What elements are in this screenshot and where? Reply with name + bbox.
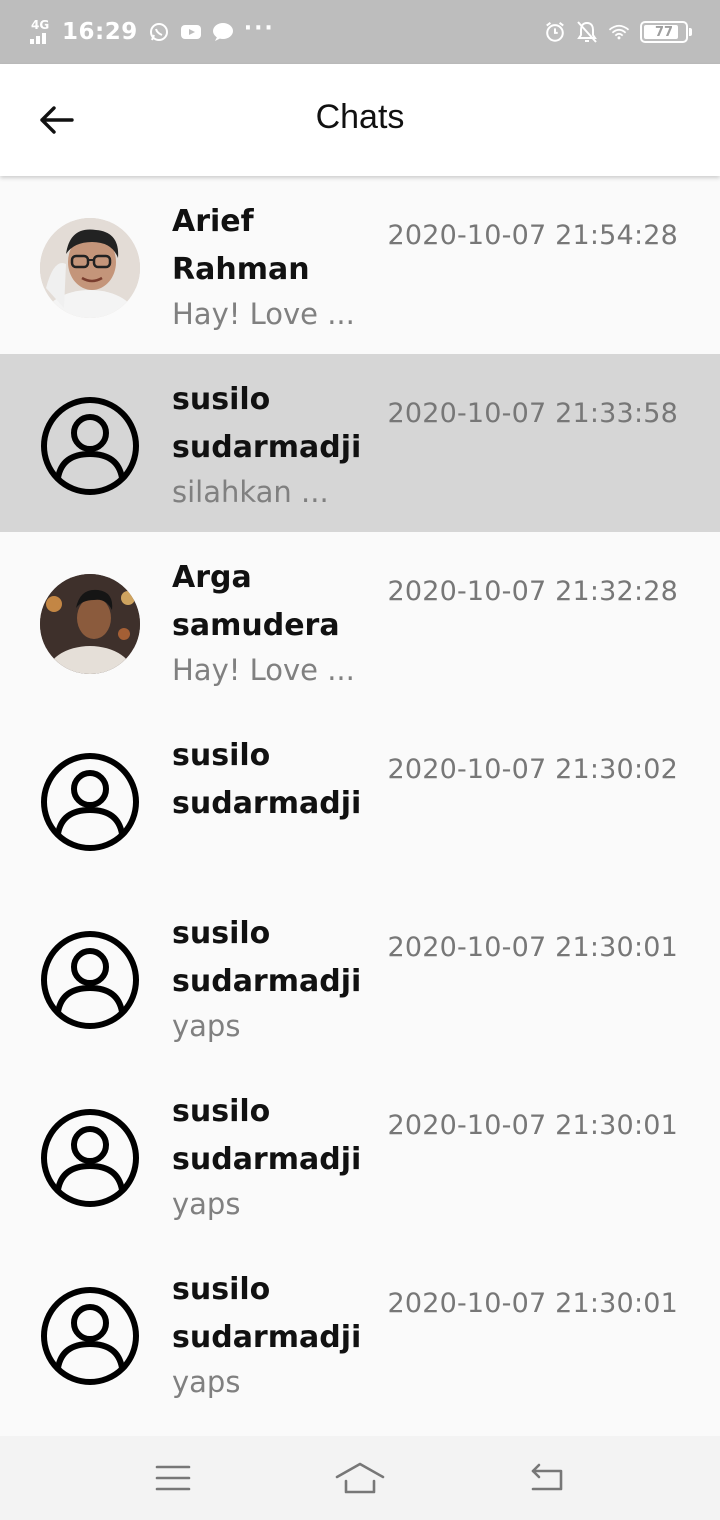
chat-contact-name: susilo sudarmadji — [172, 1272, 362, 1355]
chat-list-item[interactable]: susilo sudarmadji 2020-10-07 21:30:02 — [0, 710, 720, 888]
chat-contact-name: Arga samudera — [172, 560, 340, 643]
whatsapp-icon — [148, 21, 170, 43]
default-account-icon — [40, 930, 140, 1030]
chat-message-preview: yaps — [172, 1187, 241, 1221]
status-bar-left: 4G 16:29 ··· — [30, 15, 275, 45]
alarm-icon — [544, 21, 566, 43]
default-account-icon — [40, 1286, 140, 1386]
default-account-icon — [40, 1108, 140, 1208]
youtube-icon — [180, 21, 202, 43]
chat-list-item[interactable]: susilo sudarmadji silahkan ... 2020-10-0… — [0, 354, 720, 532]
battery-icon: 77 — [640, 21, 692, 43]
chat-list-item[interactable]: susilo sudarmadji yaps 2020-10-07 21:30:… — [0, 1244, 720, 1422]
chat-contact-name: susilo sudarmadji — [172, 1094, 362, 1177]
page-title: Chats — [315, 98, 405, 136]
wifi-icon — [608, 21, 630, 43]
chat-timestamp: 2020-10-07 21:30:01 — [387, 932, 678, 963]
chat-contact-name: susilo sudarmadji — [172, 738, 362, 821]
chat-list: Arief Rahman Hay! Love ... 2020-10-07 21… — [0, 176, 720, 1422]
chat-timestamp: 2020-10-07 21:30:01 — [387, 1110, 678, 1141]
chat-message-preview: Hay! Love ... — [172, 653, 355, 687]
chat-bubble-icon — [212, 21, 234, 43]
cellular-signal-icon: 4G — [30, 19, 52, 45]
chat-message-preview: yaps — [172, 1009, 241, 1043]
app-bar: Chats — [0, 64, 720, 176]
notifications-off-icon — [576, 21, 598, 43]
more-dots-icon: ··· — [243, 15, 275, 41]
chat-list-item[interactable]: susilo sudarmadji yaps 2020-10-07 21:30:… — [0, 888, 720, 1066]
menu-icon — [156, 1465, 191, 1491]
system-nav-bar — [0, 1436, 720, 1520]
chat-contact-name: Arief Rahman — [172, 204, 310, 287]
battery-level: 77 — [654, 24, 674, 40]
chat-list-item[interactable]: Arief Rahman Hay! Love ... 2020-10-07 21… — [0, 176, 720, 354]
chat-timestamp: 2020-10-07 21:33:58 — [387, 398, 678, 429]
back-icon — [531, 1463, 562, 1491]
nav-back-button[interactable] — [517, 1453, 577, 1503]
home-button[interactable] — [330, 1453, 390, 1503]
chat-contact-name: susilo sudarmadji — [172, 916, 362, 999]
default-account-icon — [40, 752, 140, 852]
chat-message-preview: silahkan ... — [172, 475, 329, 509]
status-bar-right: 77 — [544, 21, 692, 43]
network-type: 4G — [31, 18, 50, 32]
chat-timestamp: 2020-10-07 21:30:02 — [387, 754, 678, 785]
chat-message-preview: Hay! Love ... — [172, 297, 355, 331]
avatar — [40, 218, 140, 318]
chat-timestamp: 2020-10-07 21:30:01 — [387, 1288, 678, 1319]
chat-timestamp: 2020-10-07 21:32:28 — [387, 576, 678, 607]
status-time: 16:29 — [62, 19, 138, 45]
chat-message-preview: yaps — [172, 1365, 241, 1399]
chat-timestamp: 2020-10-07 21:54:28 — [387, 220, 678, 251]
avatar — [40, 574, 140, 674]
chat-contact-name: susilo sudarmadji — [172, 382, 362, 465]
status-bar: 4G 16:29 ··· 77 — [0, 0, 720, 64]
default-account-icon — [40, 396, 140, 496]
home-icon — [335, 1462, 385, 1494]
chat-list-item[interactable]: Arga samudera Hay! Love ... 2020-10-07 2… — [0, 532, 720, 710]
chat-list-item[interactable]: susilo sudarmadji yaps 2020-10-07 21:30:… — [0, 1066, 720, 1244]
menu-button[interactable] — [143, 1453, 203, 1503]
